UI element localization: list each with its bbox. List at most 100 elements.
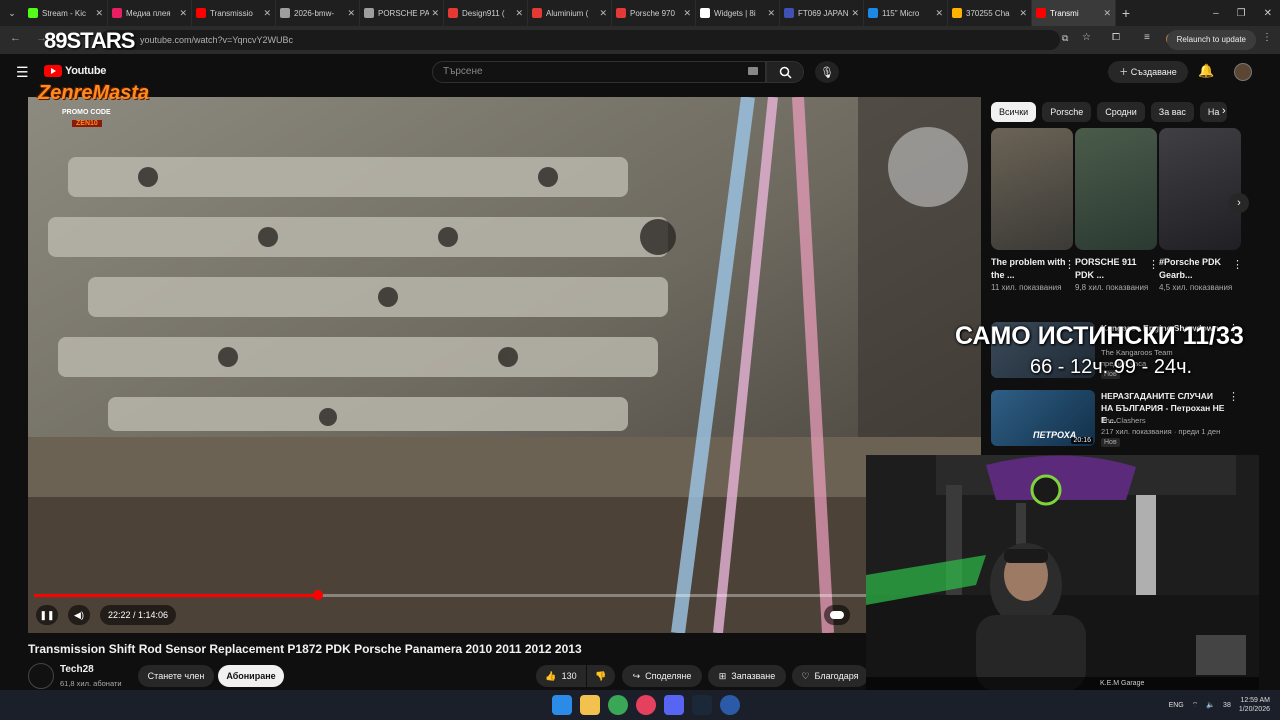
bookmark-star-icon[interactable]: ☆	[1082, 32, 1091, 43]
recommended-video[interactable]: ПЕТРОХА 20:16 НЕРАЗГАДАНИТЕ СЛУЧАИ НА БЪЛГ…	[991, 390, 1261, 450]
browser-tab[interactable]: 2026-bmw- ✕	[276, 0, 360, 26]
browser-tab[interactable]: Stream - Kic ✕	[24, 0, 108, 26]
short-card[interactable]: The problem with the ... 11 хил. показван…	[991, 128, 1075, 294]
browser-tab[interactable]: PORSCHE PA ✕	[360, 0, 444, 26]
short-title[interactable]: The problem with the ...	[991, 256, 1073, 282]
save-button[interactable]: ⊞ Запазване	[708, 665, 786, 687]
tab-close-icon[interactable]: ✕	[431, 8, 439, 19]
tab-favicon-icon	[196, 8, 206, 18]
minimize-icon[interactable]: –	[1213, 8, 1219, 19]
browser-tab[interactable]: Transmissio ✕	[192, 0, 276, 26]
channel-avatar[interactable]	[28, 663, 54, 689]
channel-name[interactable]: The Clashers	[1101, 416, 1146, 425]
relaunch-button[interactable]: Relaunch to update	[1166, 30, 1256, 50]
create-button[interactable]: ＋ Създаване	[1108, 61, 1188, 83]
shorts-next-button[interactable]: ›	[1229, 193, 1249, 213]
tab-favicon-icon	[952, 8, 962, 18]
tab-close-icon[interactable]: ✕	[95, 8, 103, 19]
chrome-icon[interactable]	[608, 695, 628, 715]
steam-icon[interactable]	[692, 695, 712, 715]
short-more-icon[interactable]: ⋮	[1064, 258, 1075, 271]
notifications-bell-icon[interactable]: 🔔	[1198, 63, 1214, 79]
browser-tab[interactable]: Медиа плея ✕	[108, 0, 192, 26]
cast-icon[interactable]: ⧉	[1062, 33, 1068, 44]
dislike-button[interactable]: 👎	[587, 665, 615, 687]
browser-tab[interactable]: Porsche 970 ✕	[612, 0, 696, 26]
short-card[interactable]: PORSCHE 911 PDK ... 9,8 хил. показвания ⋮	[1075, 128, 1159, 294]
tab-close-icon[interactable]: ✕	[1103, 8, 1111, 19]
tab-close-icon[interactable]: ✕	[683, 8, 691, 19]
app-icon[interactable]	[636, 695, 656, 715]
voice-search-button[interactable]: 🎙	[815, 61, 839, 83]
chevron-right-icon[interactable]: ›	[1222, 105, 1226, 117]
reading-list-icon[interactable]: ≡	[1144, 32, 1150, 43]
short-more-icon[interactable]: ⋮	[1232, 258, 1243, 271]
wifi-icon[interactable]: ⌔	[1192, 701, 1199, 710]
lang-indicator[interactable]: ENG	[1169, 702, 1184, 709]
filter-chip[interactable]: Всички	[991, 102, 1037, 122]
short-thumbnail[interactable]	[1159, 128, 1241, 250]
browser-tab[interactable]: Design911 (✕	[444, 0, 528, 26]
browser-tab[interactable]: 370255 Cha ✕	[948, 0, 1032, 26]
browser-tab[interactable]: Widgets | 8i ✕	[696, 0, 780, 26]
account-avatar[interactable]	[1234, 63, 1252, 81]
tab-title: 2026-bmw-	[294, 8, 335, 18]
tab-close-icon[interactable]: ✕	[347, 8, 355, 19]
tab-close-icon[interactable]: ✕	[1019, 8, 1027, 19]
short-thumbnail[interactable]	[1075, 128, 1157, 250]
short-card[interactable]: #Porsche PDK Gearb... 4,5 хил. показвания…	[1159, 128, 1243, 294]
file-explorer-icon[interactable]	[580, 695, 600, 715]
filter-chip[interactable]: За вас	[1150, 102, 1194, 122]
subscribe-button[interactable]: Абониране	[218, 665, 284, 687]
short-more-icon[interactable]: ⋮	[1148, 258, 1159, 271]
menu-kebab-icon[interactable]: ⋮	[1262, 32, 1272, 43]
thanks-button[interactable]: ♡ Благодаря	[792, 665, 868, 687]
volume-tray-icon[interactable]: 🔈	[1206, 701, 1215, 709]
short-title[interactable]: PORSCHE 911 PDK ...	[1075, 256, 1157, 282]
tab-close-icon[interactable]: ✕	[767, 8, 775, 19]
share-button[interactable]: ↪ Споделяне	[622, 665, 702, 687]
close-window-icon[interactable]: ✕	[1264, 8, 1272, 19]
video-player[interactable]	[28, 97, 981, 633]
channel-name[interactable]: Tech28	[60, 664, 94, 675]
join-button[interactable]: Станете член	[138, 665, 214, 687]
video-thumbnail[interactable]: ПЕТРОХА 20:16	[991, 390, 1095, 446]
tab-close-icon[interactable]: ✕	[515, 8, 523, 19]
browser-tab[interactable]: 115" Micro ✕	[864, 0, 948, 26]
discord-icon[interactable]	[664, 695, 684, 715]
search-input[interactable]: Търсене	[432, 61, 766, 83]
keyboard-icon[interactable]	[748, 67, 758, 75]
url-field[interactable]: youtube.com/watch?v=YqncvY2WUBc	[100, 30, 1060, 50]
filter-chip[interactable]: Сродни	[1097, 102, 1145, 122]
tab-close-icon[interactable]: ✕	[935, 8, 943, 19]
app-globe-icon[interactable]	[720, 695, 740, 715]
tab-close-icon[interactable]: ✕	[851, 8, 859, 19]
short-thumbnail[interactable]	[991, 128, 1073, 250]
clock-date[interactable]: 1/20/2026	[1239, 705, 1270, 714]
tab-close-icon[interactable]: ✕	[263, 8, 271, 19]
short-title[interactable]: #Porsche PDK Gearb...	[1159, 256, 1241, 282]
volume-button[interactable]: ◀)	[68, 605, 90, 625]
progress-scrubber[interactable]	[312, 590, 323, 600]
maximize-icon[interactable]: ❐	[1237, 8, 1246, 19]
start-windows-icon[interactable]	[552, 695, 572, 715]
browser-tab[interactable]: Aluminium (✕	[528, 0, 612, 26]
filter-chip[interactable]: Porsche	[1042, 102, 1092, 122]
video-progress-bar[interactable]	[34, 590, 868, 600]
hamburger-icon[interactable]: ☰	[16, 64, 29, 81]
youtube-logo[interactable]: Youtube	[44, 65, 106, 77]
tab-search-icon[interactable]: ⌄	[0, 0, 24, 26]
tab-close-icon[interactable]: ✕	[599, 8, 607, 19]
browser-tab[interactable]: FT069 JAPAN ✕	[780, 0, 864, 26]
pause-button[interactable]: ❚❚	[36, 605, 58, 625]
tab-close-icon[interactable]: ✕	[179, 8, 187, 19]
extensions-icon[interactable]: ⧠	[1112, 32, 1120, 43]
autoplay-toggle[interactable]	[824, 605, 850, 625]
video-more-icon[interactable]: ⋮	[1228, 390, 1239, 403]
back-icon[interactable]: ←	[10, 32, 21, 44]
clock-time[interactable]: 12:59 AM	[1240, 696, 1270, 705]
like-button[interactable]: 👍 130	[536, 665, 586, 687]
browser-tab[interactable]: Transmi ✕	[1032, 0, 1116, 26]
search-button[interactable]	[766, 61, 804, 83]
new-tab-button[interactable]: +	[1116, 5, 1136, 21]
